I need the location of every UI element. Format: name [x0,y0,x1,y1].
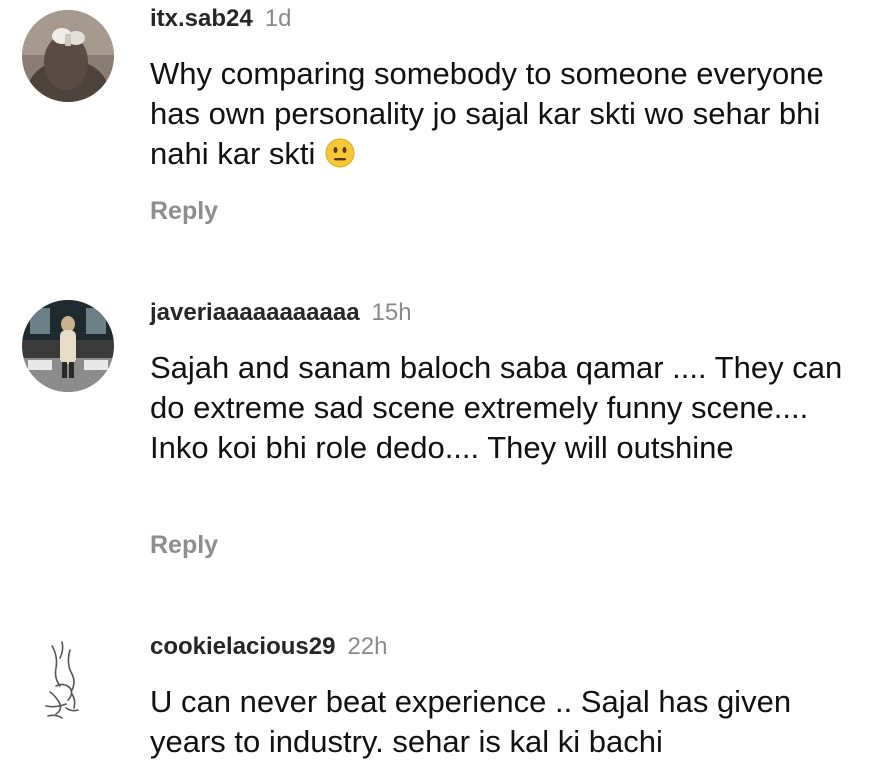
comment-meta: cookielacious29 22h [150,632,387,662]
reply-button[interactable]: Reply [150,196,218,226]
comment-meta: itx.sab24 1d [150,4,291,34]
timestamp: 1d [264,5,292,32]
comment-item: cookielacious29 22h U can never beat expe… [0,620,874,772]
comment-item: javeriaaaaaaaaaaa 15h Sajah and sanam bal… [0,290,874,590]
avatar-photo [22,300,114,392]
avatar-photo [22,632,114,724]
timestamp: 15h [371,299,412,326]
comment-text: U can never beat experience .. Sajal has… [150,684,792,759]
neutral-face-icon [325,138,355,178]
avatar[interactable] [22,632,114,724]
username[interactable]: javeriaaaaaaaaaaa [150,299,360,326]
comment-item: itx.sab24 1d Why comparing somebody to so… [0,0,874,260]
comment-meta: javeriaaaaaaaaaaa 15h [150,298,412,328]
comment-text-content: Why comparing somebody to someone everyo… [150,56,824,171]
avatar-photo [22,10,114,102]
comment-text: Why comparing somebody to someone everyo… [150,54,860,178]
timestamp: 22h [347,633,388,660]
username[interactable]: itx.sab24 [150,5,253,32]
username[interactable]: cookielacious29 [150,633,335,660]
avatar[interactable] [22,300,114,392]
reply-button[interactable]: Reply [150,530,218,560]
avatar[interactable] [22,10,114,102]
comment-text: Sajah and sanam baloch saba qamar .... T… [150,350,843,465]
